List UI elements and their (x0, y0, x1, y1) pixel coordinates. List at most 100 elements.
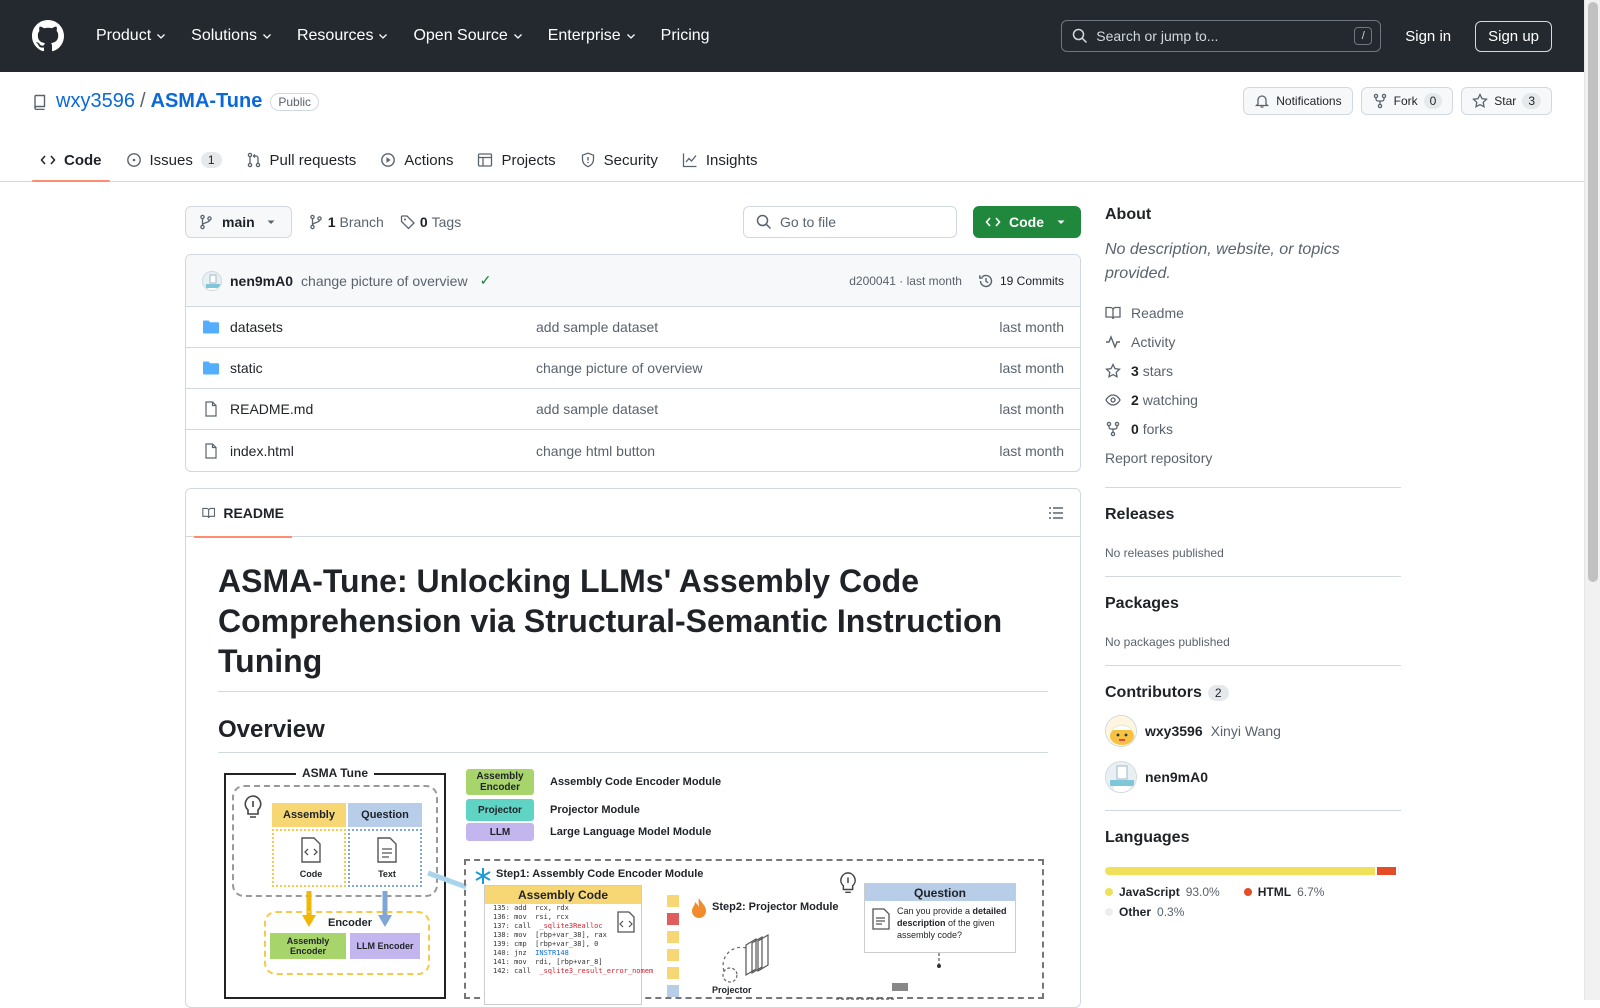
tab-security[interactable]: Security (572, 138, 666, 182)
fork-button[interactable]: Fork 0 (1360, 87, 1454, 115)
question-header: Question (865, 884, 1015, 901)
notifications-label: Notifications (1276, 94, 1342, 108)
readme-link[interactable]: Readme (1105, 298, 1401, 327)
file-name-link[interactable]: index.html (230, 443, 294, 459)
connector-line-icon (836, 953, 941, 1000)
nav-product[interactable]: Product (88, 27, 175, 45)
page-scrollbar[interactable] (1584, 0, 1600, 1000)
table-row[interactable]: static change picture of overview last m… (186, 348, 1080, 389)
file-name-cell: static (202, 360, 536, 376)
nav-open-source[interactable]: Open Source (405, 27, 531, 45)
text-file-icon (872, 908, 890, 930)
asm-operands: _sqlite3Realloc (530, 922, 603, 930)
tab-label: Projects (501, 151, 556, 169)
file-commit-message[interactable]: add sample dataset (536, 401, 999, 417)
file-name-link[interactable]: static (230, 360, 263, 376)
releases-heading[interactable]: Releases (1105, 506, 1401, 524)
activity-link-label: Activity (1131, 333, 1176, 350)
table-icon (478, 153, 493, 167)
forks-link[interactable]: 0 forks (1105, 414, 1401, 443)
table-row[interactable]: index.html change html button last month (186, 430, 1080, 471)
tab-issues[interactable]: Issues 1 (118, 138, 230, 182)
search-input[interactable]: Search or jump to... / (1061, 20, 1382, 52)
table-row[interactable]: datasets add sample dataset last month (186, 307, 1080, 348)
commit-author-link[interactable]: nen9mA0 (230, 273, 293, 289)
branch-icon (200, 214, 212, 230)
contributors-heading-label: Contributors (1105, 684, 1202, 701)
table-row[interactable]: README.md add sample dataset last month (186, 389, 1080, 430)
overview-figure: ASMA Tune Assembly Question Code Text En… (218, 766, 1048, 1005)
tab-projects[interactable]: Projects (469, 138, 563, 182)
commits-history-link[interactable]: 19 Commits (978, 273, 1064, 289)
stars-label: stars (1142, 362, 1174, 379)
fork-icon (1106, 421, 1120, 436)
activity-link[interactable]: Activity (1105, 327, 1401, 356)
nav-resources[interactable]: Resources (289, 27, 397, 45)
file-icon (205, 401, 217, 417)
branch-selector[interactable]: main (185, 206, 292, 238)
branches-link[interactable]: 1 Branch (308, 214, 384, 230)
commit-hash-link[interactable]: d200041 (849, 274, 896, 288)
commit-message-link[interactable]: change picture of overview (301, 273, 468, 289)
avatar-image (1106, 762, 1136, 792)
sign-in-link[interactable]: Sign in (1397, 28, 1459, 45)
code-icon (40, 155, 56, 165)
check-icon[interactable]: ✓ (480, 272, 492, 289)
contributor-login: wxy3596 (1145, 723, 1203, 739)
asm-instruction: 137: call (493, 922, 531, 930)
watching-count: 2 (1131, 391, 1139, 408)
scrollbar-thumb[interactable] (1588, 2, 1598, 582)
assembly-code-line: 140: jnz INSTR148 (485, 949, 641, 958)
stars-link[interactable]: 3 stars (1105, 356, 1401, 385)
history-icon (979, 274, 993, 287)
assembly-code-line: 139: cmp [rbp+var_38], 0 (485, 940, 641, 949)
contributors-heading[interactable]: Contributors 2 (1105, 684, 1401, 702)
tab-actions[interactable]: Actions (372, 138, 461, 182)
repo-owner-link[interactable]: wxy3596 (56, 90, 135, 113)
meta-separator: · (899, 273, 904, 288)
branch-icon (309, 214, 322, 230)
avatar[interactable] (202, 270, 222, 291)
go-to-file-input[interactable]: Go to file (743, 206, 957, 238)
repo-main-column: main 1 Branch 0 Tags Go to file Code nen… (185, 206, 1081, 1008)
contributor-item[interactable]: wxy3596 Xinyi Wang (1105, 714, 1401, 748)
list-icon[interactable] (1048, 505, 1064, 521)
code-dropdown-button[interactable]: Code (973, 206, 1081, 238)
file-commit-message[interactable]: add sample dataset (536, 319, 999, 335)
code-input-box: Code (272, 829, 346, 887)
repo-name-link[interactable]: ASMA-Tune (151, 90, 263, 113)
tab-insights[interactable]: Insights (674, 138, 766, 182)
star-button[interactable]: Star 3 (1461, 87, 1552, 115)
contributor-item[interactable]: nen9mA0 (1105, 760, 1401, 794)
tab-pull-requests[interactable]: Pull requests (238, 138, 365, 182)
tab-code[interactable]: Code (32, 138, 110, 182)
sign-up-button[interactable]: Sign up (1475, 20, 1552, 52)
nav-enterprise[interactable]: Enterprise (540, 27, 645, 45)
asma-tune-box: ASMA Tune Assembly Question Code Text En… (224, 766, 446, 999)
star-icon (1472, 93, 1489, 109)
language-item[interactable]: Other 0.3% (1105, 905, 1184, 919)
file-commit-message[interactable]: change picture of overview (536, 360, 999, 376)
folder-icon (203, 361, 219, 375)
language-name: HTML (1257, 885, 1292, 899)
file-commit-message[interactable]: change html button (536, 443, 999, 459)
language-item[interactable]: HTML 6.7% (1243, 885, 1324, 899)
notifications-button[interactable]: Notifications (1243, 87, 1353, 115)
github-logo-icon[interactable] (32, 20, 64, 52)
file-name-link[interactable]: datasets (230, 319, 283, 335)
report-repository-link[interactable]: Report repository (1105, 445, 1401, 471)
watchers-link[interactable]: 2 watching (1105, 385, 1401, 414)
packages-heading[interactable]: Packages (1105, 595, 1401, 613)
file-name-link[interactable]: README.md (230, 401, 313, 417)
tab-readme[interactable]: README (194, 489, 292, 538)
caret-down-icon (267, 220, 275, 224)
nav-solutions[interactable]: Solutions (183, 27, 281, 45)
repo-title: wxy3596 / ASMA-Tune Public (32, 90, 320, 113)
header-actions: Search or jump to... / Sign in Sign up (1061, 20, 1552, 52)
avatar[interactable] (1105, 715, 1137, 747)
avatar[interactable] (1105, 761, 1137, 793)
nav-pricing[interactable]: Pricing (653, 27, 718, 45)
legend-label: Large Language Model Module (550, 826, 712, 838)
tags-link[interactable]: 0 Tags (400, 214, 461, 230)
language-item[interactable]: JavaScript 93.0% (1105, 885, 1220, 899)
